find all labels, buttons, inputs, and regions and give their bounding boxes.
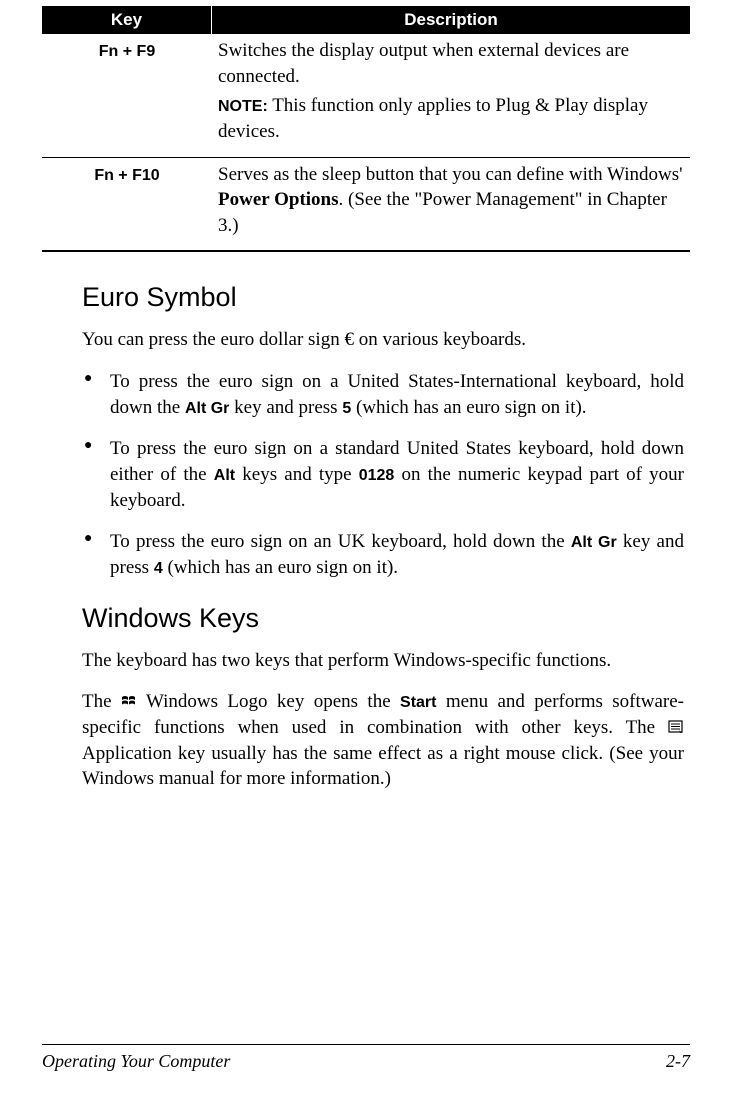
- cell-key: Fn + F10: [42, 158, 212, 251]
- page-footer: Operating Your Computer 2-7: [42, 1044, 690, 1072]
- euro-icon: €: [344, 329, 354, 350]
- table-row: Fn + F10 Serves as the sleep button that…: [42, 158, 690, 253]
- key-label: 4: [154, 560, 163, 577]
- cell-description: Serves as the sleep button that you can …: [212, 158, 690, 251]
- page-number: 2-7: [666, 1051, 690, 1072]
- note-text: This function only applies to Plug & Pla…: [218, 95, 648, 142]
- key-label: Start: [400, 694, 436, 711]
- euro-bullet-list: To press the euro sign on a United State…: [82, 369, 684, 580]
- key-label: Alt Gr: [571, 534, 617, 551]
- key-label: 0128: [359, 467, 395, 484]
- winkeys-detail: The Windows Logo key opens the Start men…: [82, 689, 684, 792]
- winkeys-intro: The keyboard has two keys that perform W…: [82, 648, 684, 674]
- windows-logo-icon: [121, 690, 137, 704]
- key-label: Alt Gr: [185, 400, 229, 417]
- key-label: 5: [342, 400, 351, 417]
- table-row: Fn + F9 Switches the display output when…: [42, 34, 690, 158]
- euro-intro: You can press the euro dollar sign € on …: [82, 327, 684, 353]
- application-key-icon: [668, 716, 684, 730]
- page-content: Euro Symbol You can press the euro dolla…: [82, 282, 684, 791]
- key-label: Alt: [214, 467, 235, 484]
- note-label: NOTE:: [218, 98, 268, 115]
- heading-windows-keys: Windows Keys: [82, 603, 684, 634]
- power-options-label: Power Options: [218, 189, 339, 210]
- column-header-description: Description: [212, 6, 690, 34]
- cell-description: Switches the display output when externa…: [212, 34, 690, 157]
- desc-text: Serves as the sleep button that you can …: [218, 162, 684, 239]
- list-item: To press the euro sign on a United State…: [82, 369, 684, 420]
- column-header-key: Key: [42, 6, 212, 34]
- footer-title: Operating Your Computer: [42, 1051, 230, 1072]
- cell-key: Fn + F9: [42, 34, 212, 157]
- list-item: To press the euro sign on an UK keyboard…: [82, 529, 684, 580]
- hotkey-table: Key Description Fn + F9 Switches the dis…: [42, 6, 690, 252]
- heading-euro-symbol: Euro Symbol: [82, 282, 684, 313]
- list-item: To press the euro sign on a standard Uni…: [82, 436, 684, 513]
- table-header-row: Key Description: [42, 6, 690, 34]
- desc-note: NOTE: This function only applies to Plug…: [218, 93, 684, 144]
- desc-text: Switches the display output when externa…: [218, 38, 684, 89]
